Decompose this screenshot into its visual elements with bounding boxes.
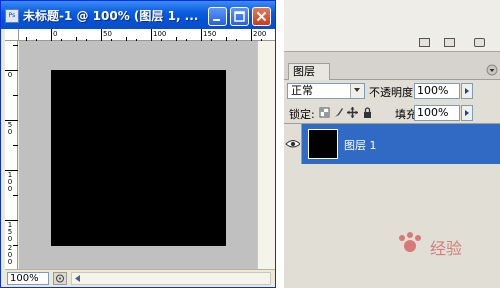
eye-icon bbox=[285, 140, 301, 148]
blend-mode-select[interactable]: 正常 bbox=[287, 83, 365, 99]
triangle-right-icon bbox=[465, 88, 469, 94]
vruler-label-0: 0 bbox=[7, 71, 13, 79]
panel-list-icon[interactable] bbox=[419, 38, 430, 47]
blend-mode-dropdown[interactable] bbox=[350, 84, 364, 98]
triangle-right-icon bbox=[465, 110, 469, 116]
fill-input[interactable]: 100% bbox=[414, 105, 460, 121]
lock-transparent-pixels-icon[interactable] bbox=[319, 107, 330, 118]
close-icon bbox=[256, 11, 267, 22]
scroll-left-arrow-icon[interactable] bbox=[74, 275, 82, 282]
title-bar[interactable]: Ps 未标题-1 @ 100% (图层 1, ... bbox=[1, 1, 275, 29]
blend-mode-value: 正常 bbox=[291, 84, 313, 97]
trash-icon[interactable] bbox=[474, 38, 485, 47]
ruler-label-200: 200 bbox=[253, 30, 267, 38]
opacity-label: 不透明度: bbox=[369, 86, 417, 99]
ruler-label-150: 150 bbox=[203, 30, 217, 38]
opacity-input[interactable]: 100% bbox=[414, 83, 460, 99]
vertical-scrollbar[interactable] bbox=[257, 41, 275, 269]
layer-thumbnail[interactable] bbox=[308, 129, 338, 159]
layer-visibility-toggle[interactable] bbox=[284, 124, 302, 164]
move-icon[interactable] bbox=[347, 107, 358, 118]
blend-opacity-row: 正常 不透明度: 100% bbox=[284, 80, 500, 102]
photoshop-app-icon: Ps bbox=[5, 9, 19, 23]
layer-row[interactable]: 图层 1 bbox=[284, 124, 500, 164]
lock-label: 锁定: bbox=[289, 108, 315, 121]
vruler-label-50: 5 0 bbox=[7, 121, 13, 136]
zoom-level-field[interactable]: 100% bbox=[7, 272, 49, 285]
ruler-origin[interactable] bbox=[5, 29, 19, 41]
document-window: Ps 未标题-1 @ 100% (图层 1, ... 0 50 100 150 … bbox=[0, 0, 276, 288]
opacity-slider-button[interactable] bbox=[461, 83, 473, 99]
close-button[interactable] bbox=[252, 7, 271, 26]
panel-menu-icon[interactable] bbox=[486, 64, 498, 76]
window-title: 未标题-1 @ 100% (图层 1, ... bbox=[23, 9, 199, 23]
vruler-label-150: 1 5 0 bbox=[7, 221, 13, 243]
watermark-label: 经验 bbox=[430, 239, 462, 258]
ruler-label-0: 0 bbox=[53, 30, 58, 38]
horizontal-ruler[interactable]: 0 50 100 150 200 bbox=[19, 29, 275, 41]
document-canvas[interactable] bbox=[51, 70, 226, 246]
upper-panel-strip bbox=[284, 0, 500, 52]
tab-layers[interactable]: 图层 bbox=[288, 63, 330, 80]
canvas-workspace[interactable] bbox=[19, 41, 257, 269]
brush-icon[interactable] bbox=[333, 107, 344, 118]
vruler-label-200: 2 0 0 bbox=[7, 244, 13, 266]
layers-tab-row: 图层 bbox=[284, 60, 500, 80]
lock-icon[interactable] bbox=[362, 107, 373, 118]
vertical-ruler[interactable]: 0 5 0 1 0 0 1 5 0 2 0 0 bbox=[5, 41, 18, 269]
fill-slider-button[interactable] bbox=[461, 105, 473, 121]
panel-camera-icon[interactable] bbox=[444, 38, 455, 47]
chevron-down-icon bbox=[354, 88, 360, 92]
lock-fill-row: 锁定: 填充: 100% bbox=[284, 102, 500, 124]
layer-name[interactable]: 图层 1 bbox=[344, 137, 377, 153]
ruler-label-100: 100 bbox=[153, 30, 167, 38]
maximize-button[interactable] bbox=[230, 7, 249, 26]
status-info-button[interactable] bbox=[53, 272, 67, 285]
horizontal-scrollbar[interactable] bbox=[71, 272, 271, 285]
maximize-icon bbox=[234, 11, 245, 22]
status-bar: 100% bbox=[5, 269, 275, 287]
minimize-button[interactable] bbox=[208, 7, 227, 26]
info-circle-icon bbox=[56, 274, 64, 283]
vruler-label-100: 1 0 0 bbox=[7, 171, 13, 193]
minimize-icon bbox=[213, 19, 220, 21]
baidu-jingyan-watermark: 经验 bbox=[399, 232, 462, 258]
ruler-label-50: 50 bbox=[103, 30, 112, 38]
